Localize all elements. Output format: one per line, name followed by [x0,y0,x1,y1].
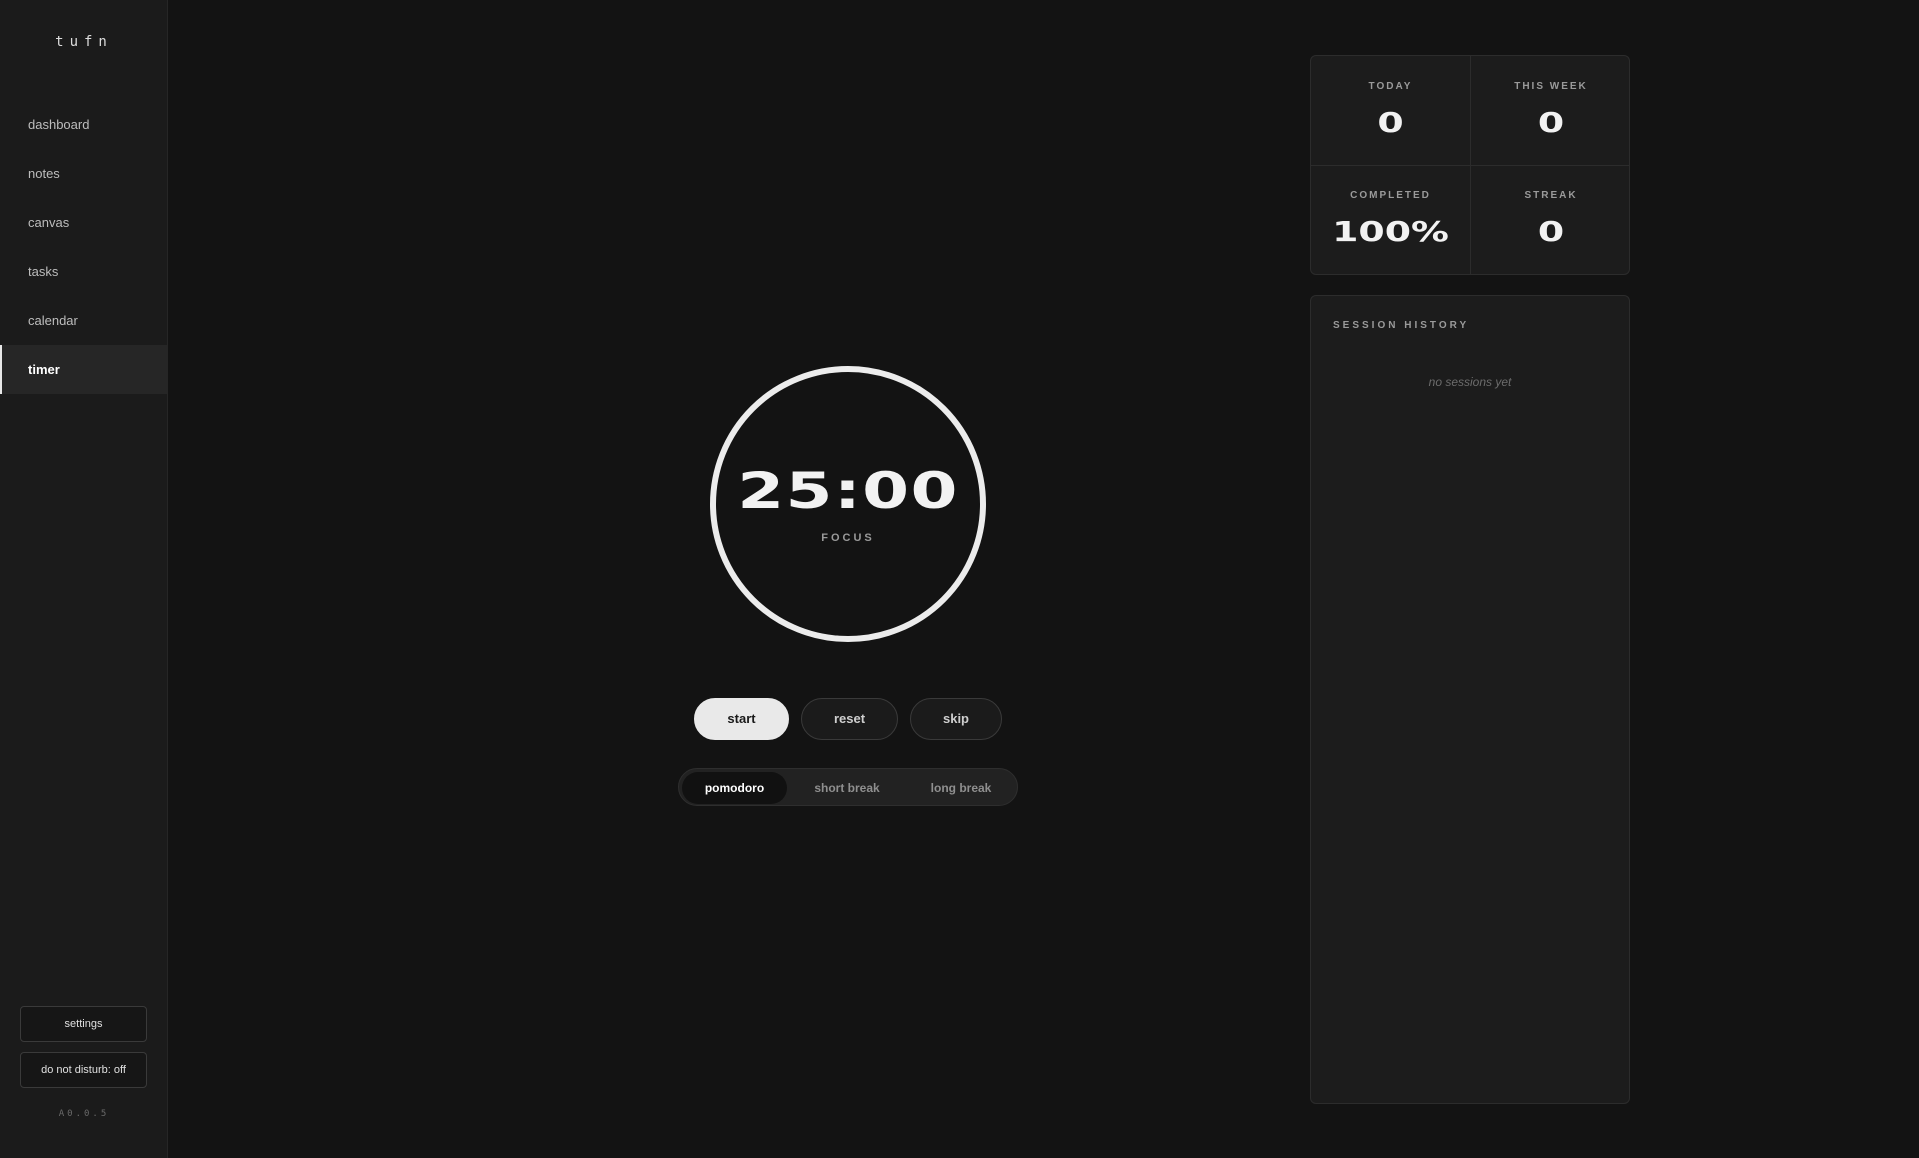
stat-streak: STREAK 0 [1471,165,1629,274]
stat-this-week: THIS WEEK 0 [1471,56,1629,166]
stat-streak-value: 0 [1537,215,1565,248]
app-logo: tufn [55,34,113,50]
start-button[interactable]: start [694,698,789,740]
mode-long-break[interactable]: long break [906,772,1016,804]
reset-button[interactable]: reset [801,698,898,740]
sidebar-item-notes[interactable]: notes [0,149,167,198]
do-not-disturb-toggle[interactable]: do not disturb: off [20,1052,147,1088]
session-history-empty: no sessions yet [1428,375,1512,389]
session-history-panel: SESSION HISTORY no sessions yet [1310,295,1630,1104]
settings-button[interactable]: settings [20,1006,147,1042]
timer-mode-label: FOCUS [821,532,875,544]
sidebar-item-timer[interactable]: timer [0,345,167,394]
session-history-title: SESSION HISTORY [1333,320,1470,331]
stat-streak-label: STREAK [1524,190,1578,201]
sidebar-item-dashboard[interactable]: dashboard [0,100,167,149]
stat-this-week-label: THIS WEEK [1514,81,1588,92]
sidebar-item-tasks[interactable]: tasks [0,247,167,296]
stat-today-label: TODAY [1368,81,1413,92]
timer-display: 25:00 [737,462,959,520]
stat-this-week-value: 0 [1537,106,1565,139]
sidebar-item-canvas[interactable]: canvas [0,198,167,247]
skip-button[interactable]: skip [910,698,1002,740]
mode-short-break[interactable]: short break [791,772,903,804]
stats-panel: TODAY 0 THIS WEEK 0 COMPLETED 100% STREA… [1310,55,1630,275]
mode-selector: pomodoro short break long break [678,768,1018,806]
sidebar: tufn dashboard notes canvas tasks calend… [0,0,168,1158]
version-label: A0.0.5 [58,1109,110,1119]
sidebar-item-calendar[interactable]: calendar [0,296,167,345]
app: tufn dashboard notes canvas tasks calend… [0,0,1919,1158]
sidebar-nav: dashboard notes canvas tasks calendar ti… [0,100,167,394]
stat-completed-label: COMPLETED [1350,190,1431,201]
mode-pomodoro[interactable]: pomodoro [682,772,787,804]
